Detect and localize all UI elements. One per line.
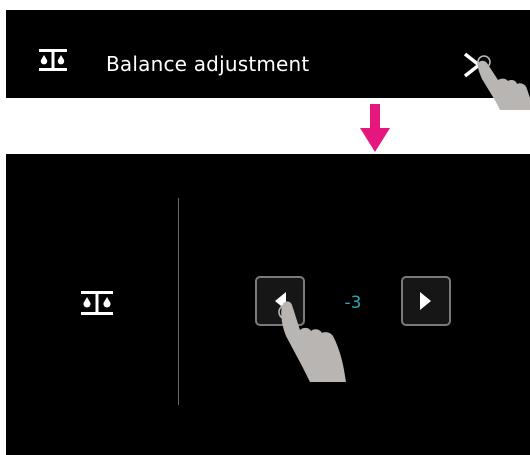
triangle-right-icon <box>420 292 431 310</box>
balance-increase-button[interactable] <box>401 276 451 326</box>
divider <box>178 198 179 405</box>
arrow-down-icon <box>360 104 390 154</box>
hand-pointer-icon <box>272 290 352 390</box>
balance-icon <box>38 48 68 72</box>
balance-menu-row[interactable]: Balance adjustment <box>6 10 530 110</box>
tutorial-illustration: Balance adjustment -3 <box>0 0 530 455</box>
balance-icon <box>80 290 114 316</box>
menu-title: Balance adjustment <box>106 52 310 76</box>
hand-pointer-icon <box>474 54 530 110</box>
balance-adjust-panel: -3 <box>6 154 530 455</box>
